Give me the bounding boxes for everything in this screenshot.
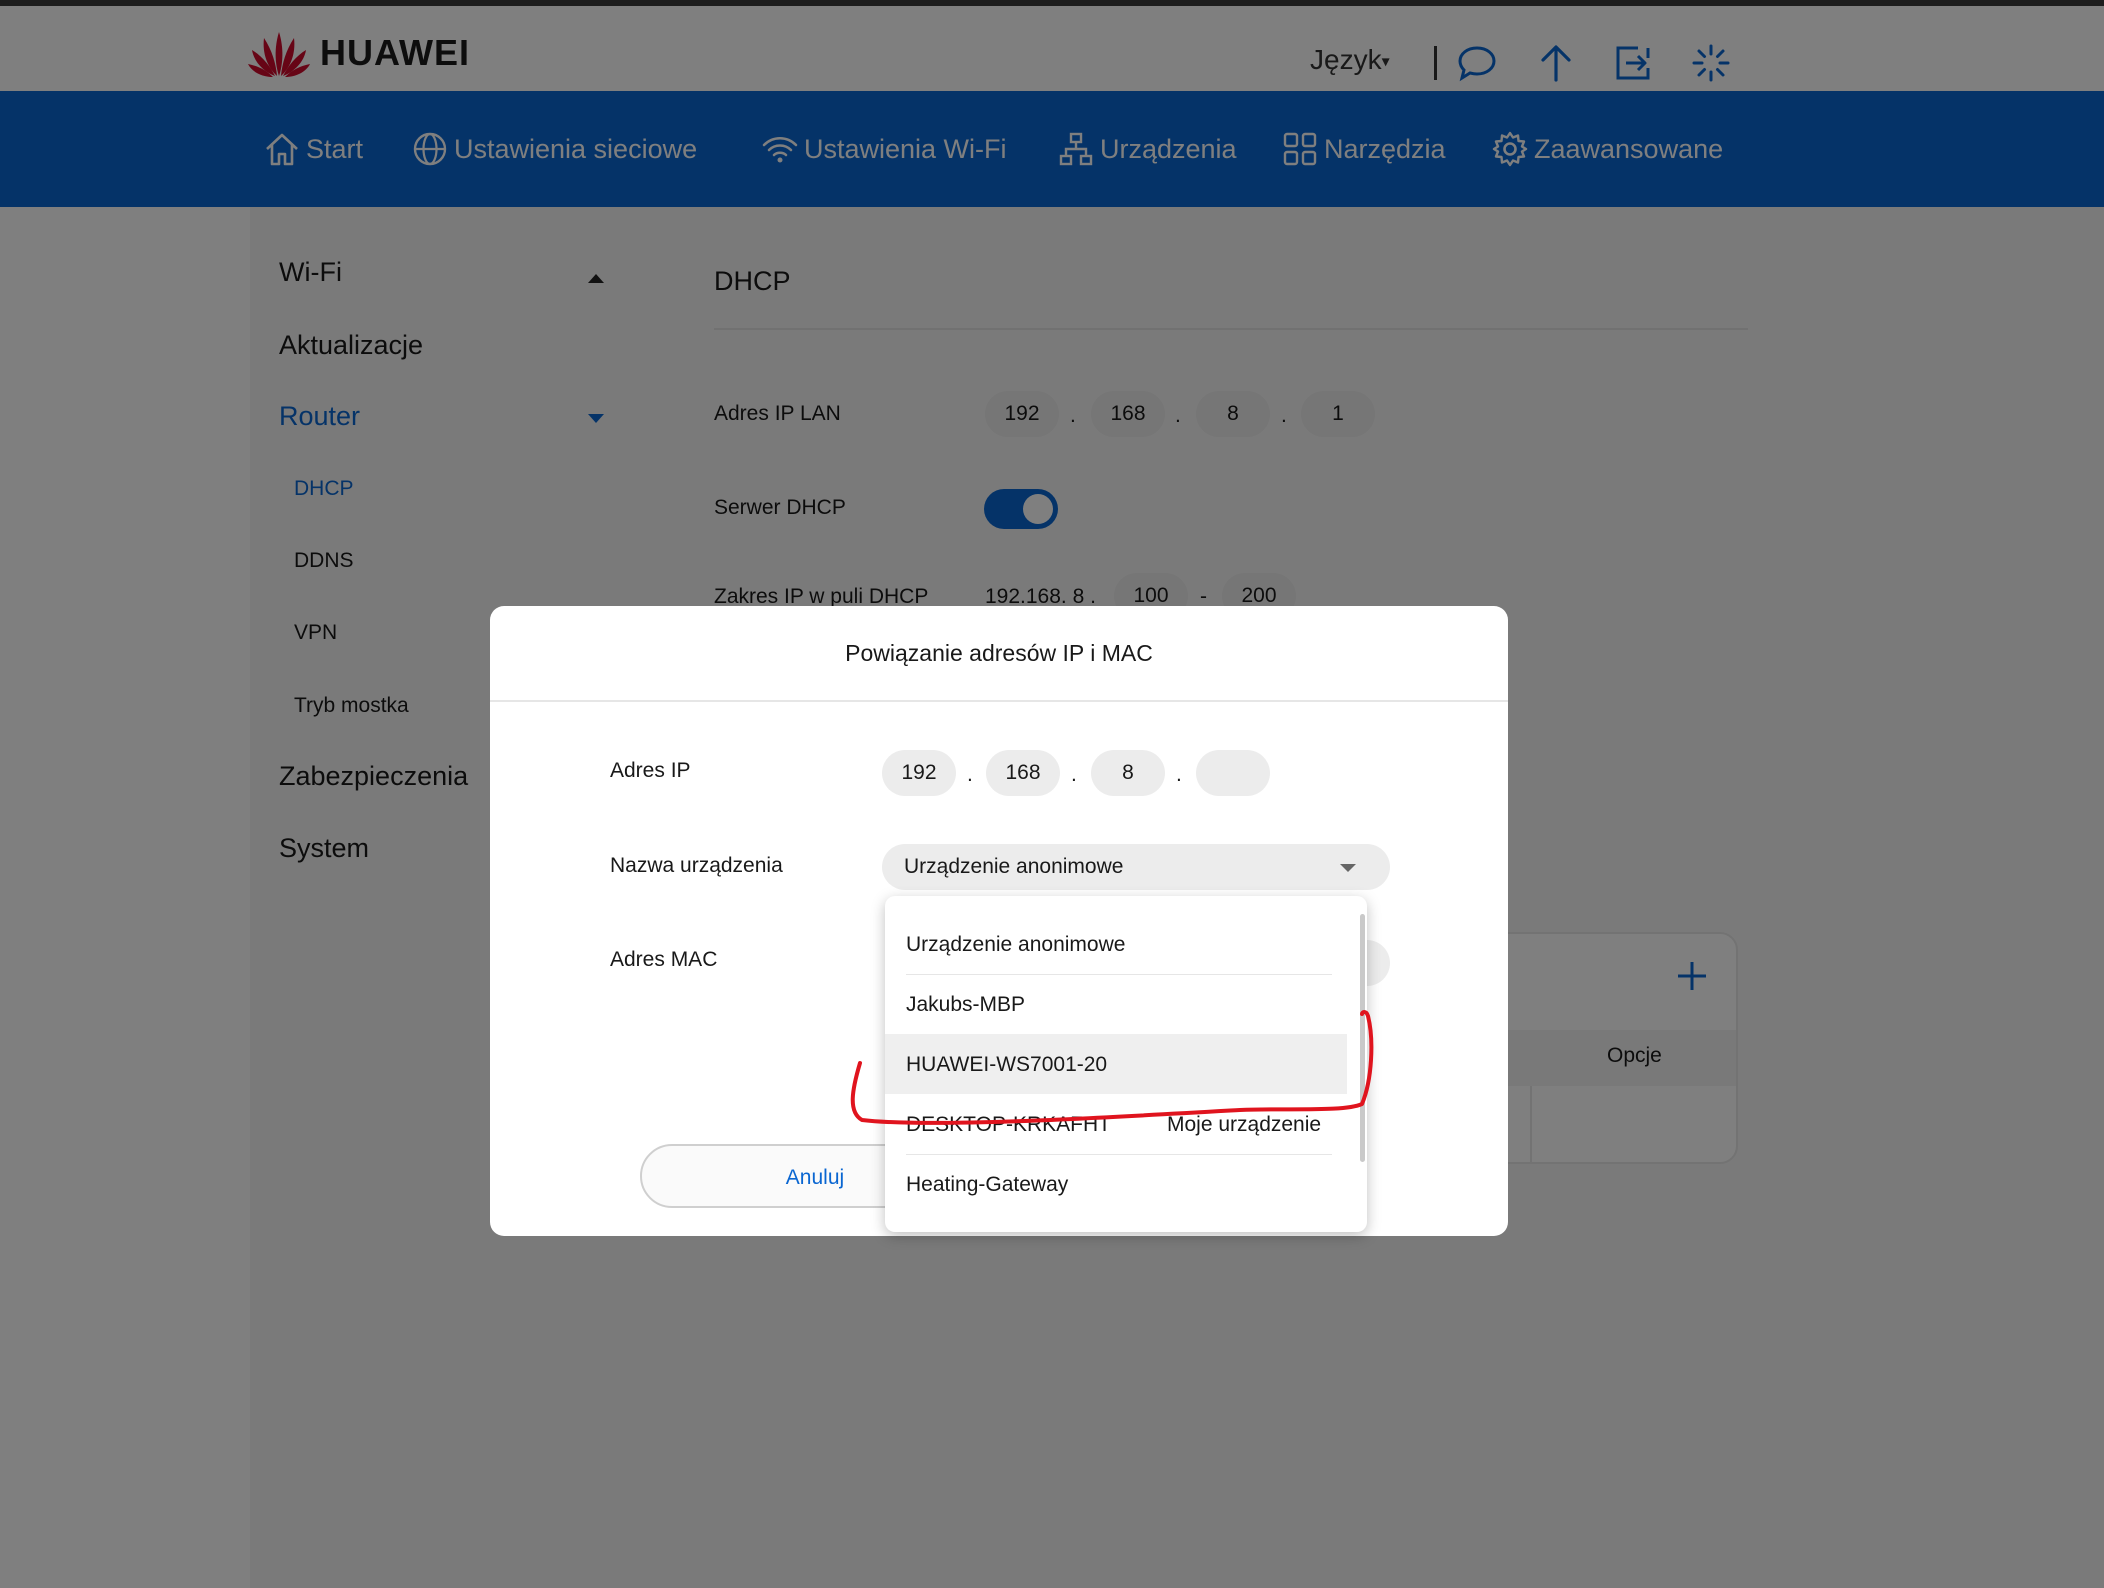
dropdown-option-huawei-ws7001[interactable]: HUAWEI-WS7001-20 [885, 1034, 1347, 1094]
dropdown-option-jakubs-mbp[interactable]: Jakubs-MBP [885, 974, 1347, 1034]
ip-dot: . [1176, 763, 1182, 786]
mac-address-label: Adres MAC [610, 948, 718, 971]
dropdown-scrollbar[interactable] [1360, 914, 1365, 1162]
dropdown-option-anonymous[interactable]: Urządzenie anonimowe [885, 914, 1347, 974]
ip-octet-2[interactable]: 168 [986, 750, 1060, 796]
option-label: DESKTOP-KRKAFHT [906, 1113, 1111, 1136]
device-name-label: Nazwa urządzenia [610, 854, 783, 877]
option-label: Urządzenie anonimowe [906, 933, 1126, 956]
device-name-select[interactable]: Urządzenie anonimowe [882, 844, 1390, 890]
option-label: Jakubs-MBP [906, 993, 1026, 1016]
option-label: HUAWEI-WS7001-20 [906, 1053, 1108, 1076]
ip-octet-4[interactable] [1196, 750, 1270, 796]
ip-dot: . [967, 763, 973, 786]
dropdown-option-desktop[interactable]: DESKTOP-KRKAFHT Moje urządzenie [885, 1094, 1347, 1154]
ip-address-label: Adres IP [610, 759, 691, 782]
device-name-selected: Urządzenie anonimowe [904, 855, 1124, 878]
ip-dot: . [1071, 763, 1077, 786]
dialog-divider [490, 700, 1508, 702]
dialog-title: Powiązanie adresów IP i MAC [845, 640, 1153, 666]
chevron-down-icon [1340, 864, 1356, 872]
dropdown-option-heating-gateway[interactable]: Heating-Gateway [885, 1154, 1347, 1214]
ip-octet-3[interactable]: 8 [1091, 750, 1165, 796]
option-label: Heating-Gateway [906, 1173, 1069, 1196]
device-name-dropdown: Urządzenie anonimowe Jakubs-MBP HUAWEI-W… [885, 896, 1367, 1232]
ip-octet-1[interactable]: 192 [882, 750, 956, 796]
my-device-badge: Moje urządzenie [1167, 1113, 1322, 1136]
